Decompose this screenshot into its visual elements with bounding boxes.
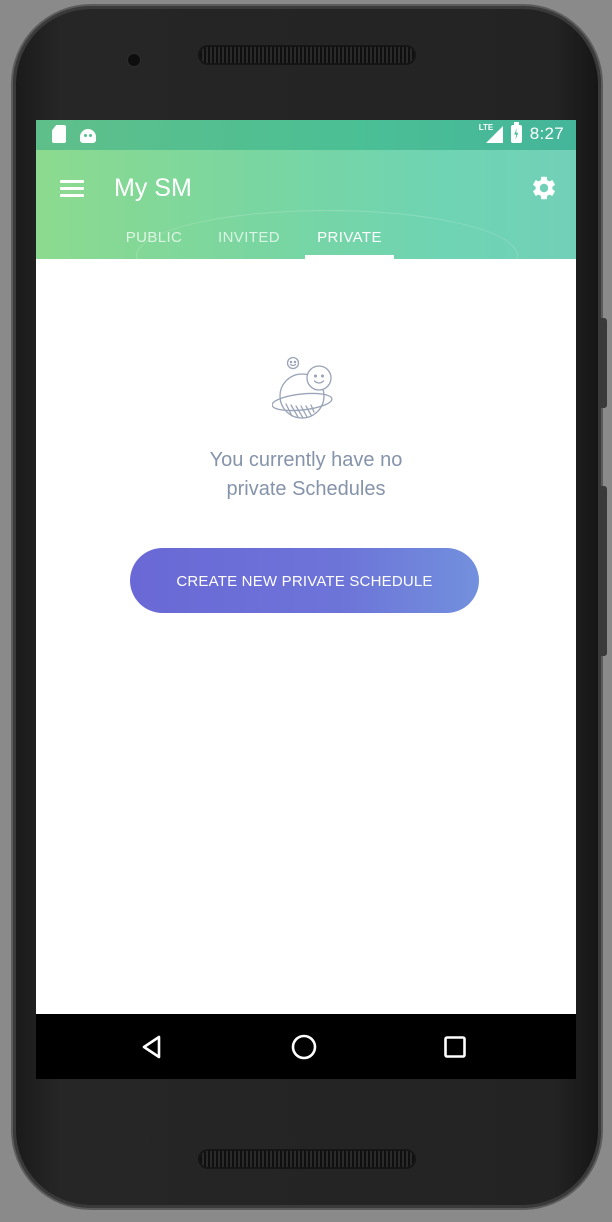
- smiley-planet-illustration: [272, 356, 333, 419]
- volume-button: [601, 486, 607, 656]
- empty-state-message-line1: You currently have no: [209, 449, 403, 471]
- home-circle-icon[interactable]: [288, 1031, 320, 1063]
- tab-invited[interactable]: INVITED: [206, 226, 292, 259]
- gear-icon[interactable]: [530, 174, 558, 202]
- active-tab-indicator: [305, 255, 394, 259]
- device-screen: LTE 8:27 My SM PUBLIC INVITED PRIVATE Yo…: [36, 120, 576, 1079]
- bottom-speaker-grille: [200, 1151, 414, 1167]
- app-bar: My SM PUBLIC INVITED PRIVATE: [36, 150, 576, 259]
- hamburger-menu-icon[interactable]: [60, 179, 84, 197]
- android-debug-icon: [80, 129, 96, 143]
- power-button: [601, 318, 607, 408]
- top-speaker-grille: [200, 47, 414, 63]
- app-title: My SM: [114, 174, 192, 202]
- status-bar: LTE 8:27: [36, 120, 576, 150]
- battery-charging-icon: [510, 122, 522, 143]
- system-nav-bar: [36, 1014, 576, 1079]
- recents-square-icon[interactable]: [439, 1031, 471, 1063]
- front-camera: [126, 52, 142, 68]
- empty-state-message-line2: private Schedules: [226, 478, 386, 500]
- back-triangle-icon[interactable]: [137, 1031, 169, 1063]
- tab-public[interactable]: PUBLIC: [114, 226, 194, 259]
- sd-card-icon: [52, 125, 66, 143]
- status-clock: 8:27: [529, 124, 564, 143]
- lte-signal-icon: LTE: [479, 123, 503, 144]
- create-private-schedule-button[interactable]: CREATE NEW PRIVATE SCHEDULE: [130, 548, 479, 613]
